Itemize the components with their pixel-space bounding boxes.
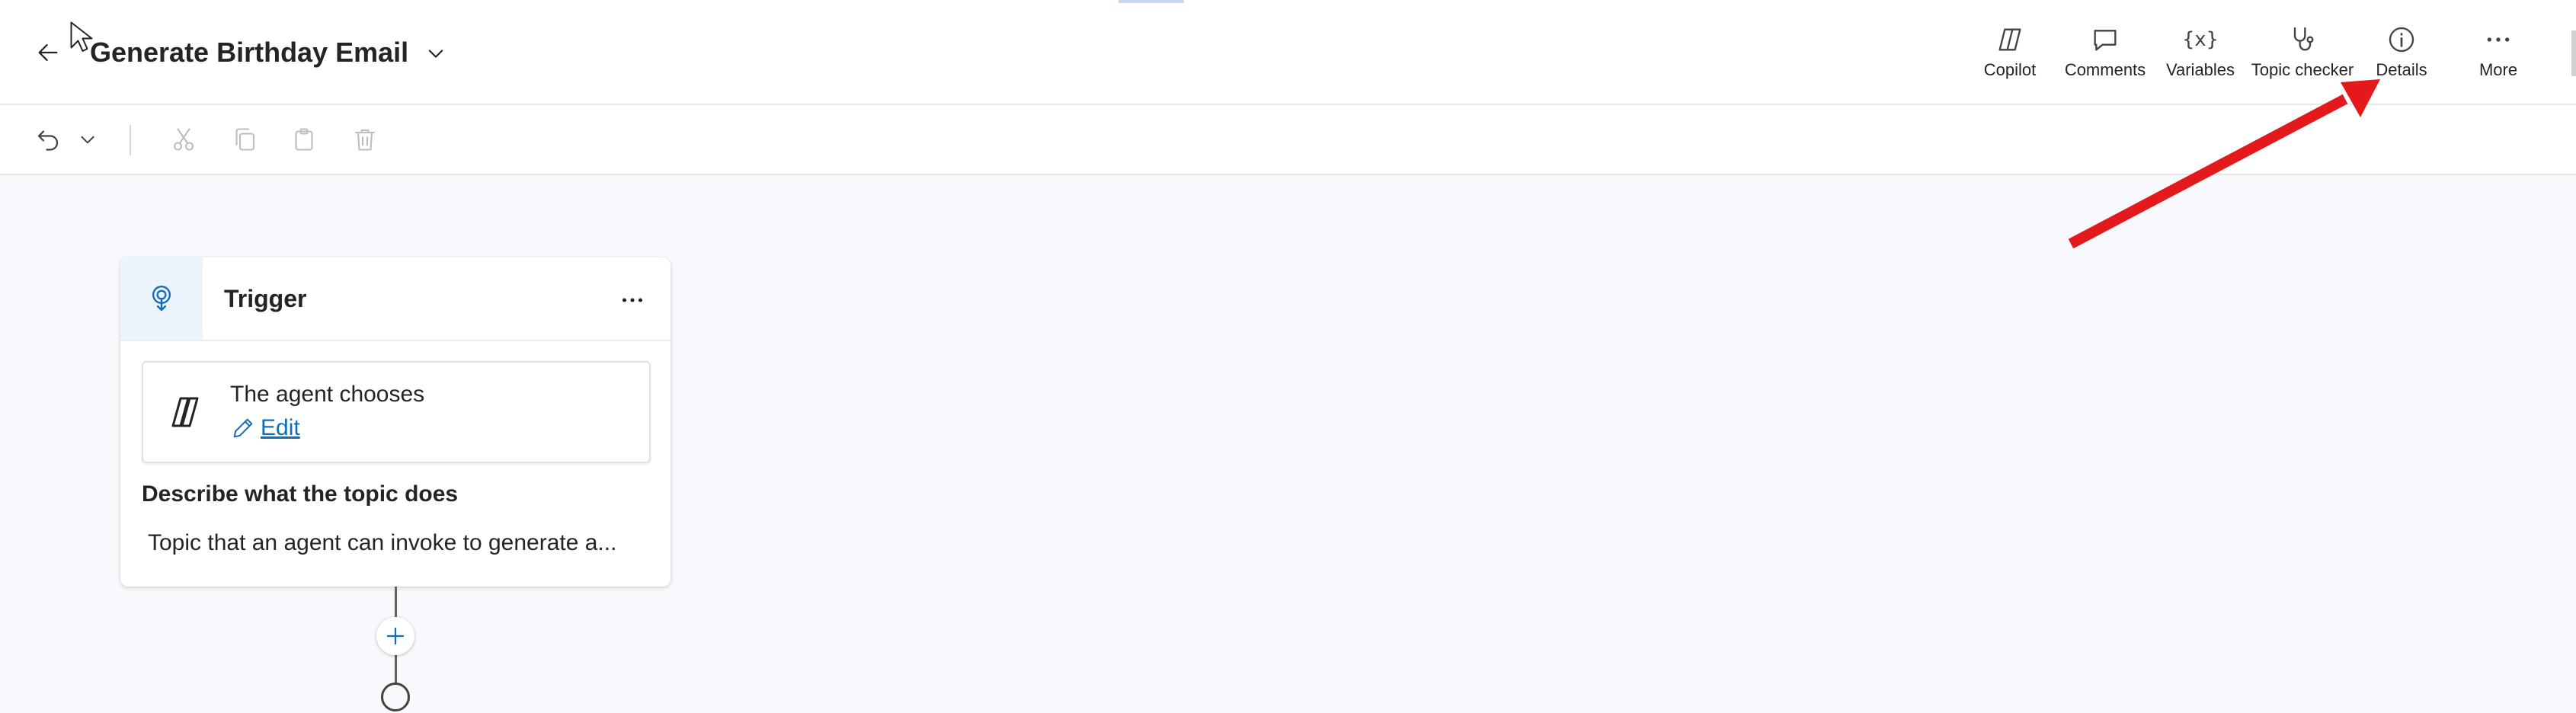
trigger-icon-container [120, 257, 203, 340]
topic-checker-button[interactable]: Topic checker [2249, 23, 2356, 84]
chevron-down-icon [428, 50, 443, 58]
more-label: More [2478, 60, 2518, 79]
edit-label[interactable]: Edit [261, 415, 300, 441]
paste-icon [295, 128, 313, 151]
arrow-left-icon [38, 43, 58, 62]
undo-button[interactable] [30, 122, 66, 157]
more-icon [2487, 37, 2510, 42]
copilot-icon [171, 397, 199, 427]
trigger-title: Trigger [224, 285, 307, 312]
paste-button[interactable] [286, 122, 322, 157]
copilot-label: Copilot [1983, 60, 2037, 79]
chevron-down-icon [81, 136, 94, 144]
more-icon [622, 298, 643, 302]
trigger-more-button[interactable] [616, 283, 649, 317]
undo-history-button[interactable] [70, 122, 105, 157]
cut-icon [173, 128, 194, 151]
panel-edge [2571, 30, 2576, 76]
edit-link[interactable]: Edit [230, 413, 300, 443]
comments-label: Comments [2064, 60, 2146, 79]
topic-title: Generate Birthday Email [90, 37, 409, 68]
variables-label: Variables [2165, 60, 2235, 79]
comment-icon [2094, 30, 2117, 51]
agent-chooses-label: The agent chooses [230, 382, 425, 407]
cut-button[interactable] [166, 122, 201, 157]
info-icon [2389, 27, 2414, 53]
description-text[interactable]: Topic that an agent can invoke to genera… [148, 527, 616, 559]
copy-icon [235, 128, 255, 151]
agent-chooses-box: The agent chooses Edit [142, 361, 651, 463]
copilot-button[interactable]: Copilot [1981, 23, 2039, 84]
description-label: Describe what the topic does [142, 481, 459, 507]
copilot-icon [1998, 28, 2021, 51]
undo-icon [37, 130, 59, 151]
agent-icon-container [166, 393, 204, 431]
details-button[interactable]: Details [2373, 23, 2430, 84]
add-node-button[interactable] [376, 617, 414, 655]
details-label: Details [2376, 60, 2427, 79]
delete-button[interactable] [347, 122, 382, 157]
copy-button[interactable] [227, 122, 262, 157]
back-button[interactable] [30, 35, 66, 70]
variables-button[interactable]: {x} Variables [2164, 23, 2237, 84]
plus-icon [386, 627, 405, 645]
mouse-cursor-icon [70, 21, 93, 52]
trigger-icon [152, 286, 171, 312]
topic-checker-label: Topic checker [2251, 60, 2354, 79]
stethoscope-icon [2293, 27, 2314, 51]
variables-icon: {x} [2182, 28, 2219, 51]
trigger-node[interactable]: Trigger The agent chooses Edit Describe … [120, 257, 670, 587]
command-divider [130, 125, 131, 155]
delete-icon [354, 129, 376, 151]
topic-header: Generate Birthday Email Copilot Comments… [0, 0, 2576, 105]
more-button[interactable]: More [2476, 23, 2520, 84]
pencil-icon [233, 418, 253, 438]
title-menu-button[interactable] [421, 40, 451, 67]
end-node[interactable] [381, 683, 410, 711]
trigger-node-header: Trigger [120, 257, 670, 341]
comments-button[interactable]: Comments [2063, 23, 2147, 84]
loading-indicator [1118, 0, 1184, 3]
command-bar [0, 105, 2576, 175]
